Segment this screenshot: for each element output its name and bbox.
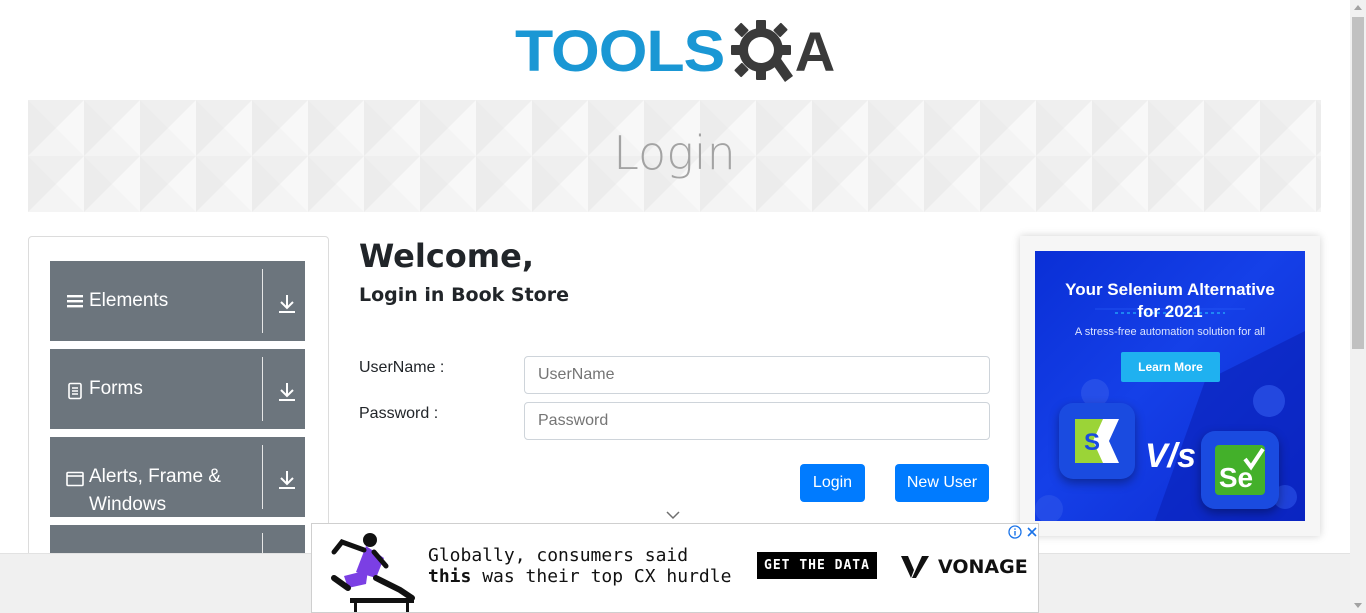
ad-line-2-rest: was their top CX hurdle: [471, 566, 732, 587]
page-title: Login: [613, 126, 736, 180]
vonage-brand: VONAGE: [938, 556, 1028, 578]
window-icon: [66, 471, 84, 487]
gear-magnifier-icon: [730, 20, 793, 82]
ad-right-subtitle: A stress-free automation solution for al…: [1074, 326, 1266, 338]
logo-text-tools: TOOLS: [515, 19, 725, 84]
ad-line-2: this was their top CX hurdle: [428, 566, 731, 587]
scroll-thumb[interactable]: [1352, 17, 1364, 349]
sidebar-group-label: Elements: [89, 290, 169, 311]
ad-close-icon[interactable]: [1025, 525, 1039, 539]
katalon-logo-icon: S: [1075, 419, 1119, 463]
username-input[interactable]: [524, 356, 990, 394]
selenium-letters: Se: [1219, 462, 1253, 493]
logo-text-a: A: [794, 20, 836, 83]
header: TOOLS A: [0, 0, 1350, 100]
selenium-logo-icon: Se: [1215, 445, 1265, 495]
download-arrow-icon[interactable]: [277, 469, 297, 491]
chevron-down-icon[interactable]: [665, 509, 681, 521]
ad-selenium-alternative[interactable]: Your Selenium Alternative for 2021 A str…: [1035, 251, 1305, 521]
page: TOOLS A Login Elements Forms Alerts, Fra…: [0, 0, 1366, 613]
login-subheading: Login in Book Store: [359, 284, 569, 306]
divider: [262, 357, 263, 421]
ad-info-icon[interactable]: [1008, 525, 1022, 539]
katalon-letter: S: [1084, 429, 1100, 456]
ad-right-title-line2: for 2021: [1137, 302, 1203, 321]
scroll-down-arrow-icon[interactable]: [1354, 603, 1362, 608]
sidebar-group-label: Forms: [89, 378, 143, 399]
sidebar-group-forms[interactable]: Forms: [50, 349, 305, 429]
ad-vonage[interactable]: Globally, consumers said this was their …: [311, 523, 1039, 613]
sidebar-group-elements[interactable]: Elements: [50, 261, 305, 341]
get-the-data-button[interactable]: GET THE DATA: [757, 552, 877, 579]
password-input[interactable]: [524, 402, 990, 440]
scroll-up-arrow-icon[interactable]: [1354, 5, 1362, 10]
sidebar-group-label: Alerts, Frame & Windows: [89, 466, 221, 515]
toolsqa-logo[interactable]: TOOLS A: [515, 16, 835, 88]
ad-line-2-bold: this: [428, 566, 472, 587]
username-label: UserName :: [359, 359, 445, 376]
new-user-button[interactable]: New User: [895, 464, 989, 502]
welcome-heading: Welcome,: [359, 237, 534, 275]
divider: [262, 269, 263, 333]
vonage-v-icon: [901, 556, 929, 578]
document-icon: [68, 382, 82, 400]
page-banner: Login: [28, 100, 1321, 212]
password-label: Password :: [359, 405, 439, 422]
download-arrow-icon[interactable]: [277, 293, 297, 315]
katalon-logo-tile: S: [1059, 403, 1135, 479]
ad-right-title: Your Selenium Alternative for 2021: [1035, 279, 1305, 323]
selenium-logo-tile: Se: [1201, 431, 1279, 509]
vertical-scrollbar[interactable]: [1350, 0, 1366, 613]
hurdle-runner-illustration: [331, 533, 415, 612]
sidebar-group-alerts[interactable]: Alerts, Frame & Windows: [50, 437, 305, 517]
ad-line-1: Globally, consumers said: [428, 545, 689, 566]
ad-right-title-line1: Your Selenium Alternative: [1065, 280, 1275, 299]
sidebar: Elements Forms Alerts, Frame & Windows: [28, 236, 329, 566]
login-button[interactable]: Login: [800, 464, 865, 502]
learn-more-button[interactable]: Learn More: [1121, 352, 1220, 382]
hamburger-icon: [67, 295, 83, 308]
vs-text: V/s: [1145, 437, 1197, 475]
divider: [262, 445, 263, 509]
download-arrow-icon[interactable]: [277, 381, 297, 403]
